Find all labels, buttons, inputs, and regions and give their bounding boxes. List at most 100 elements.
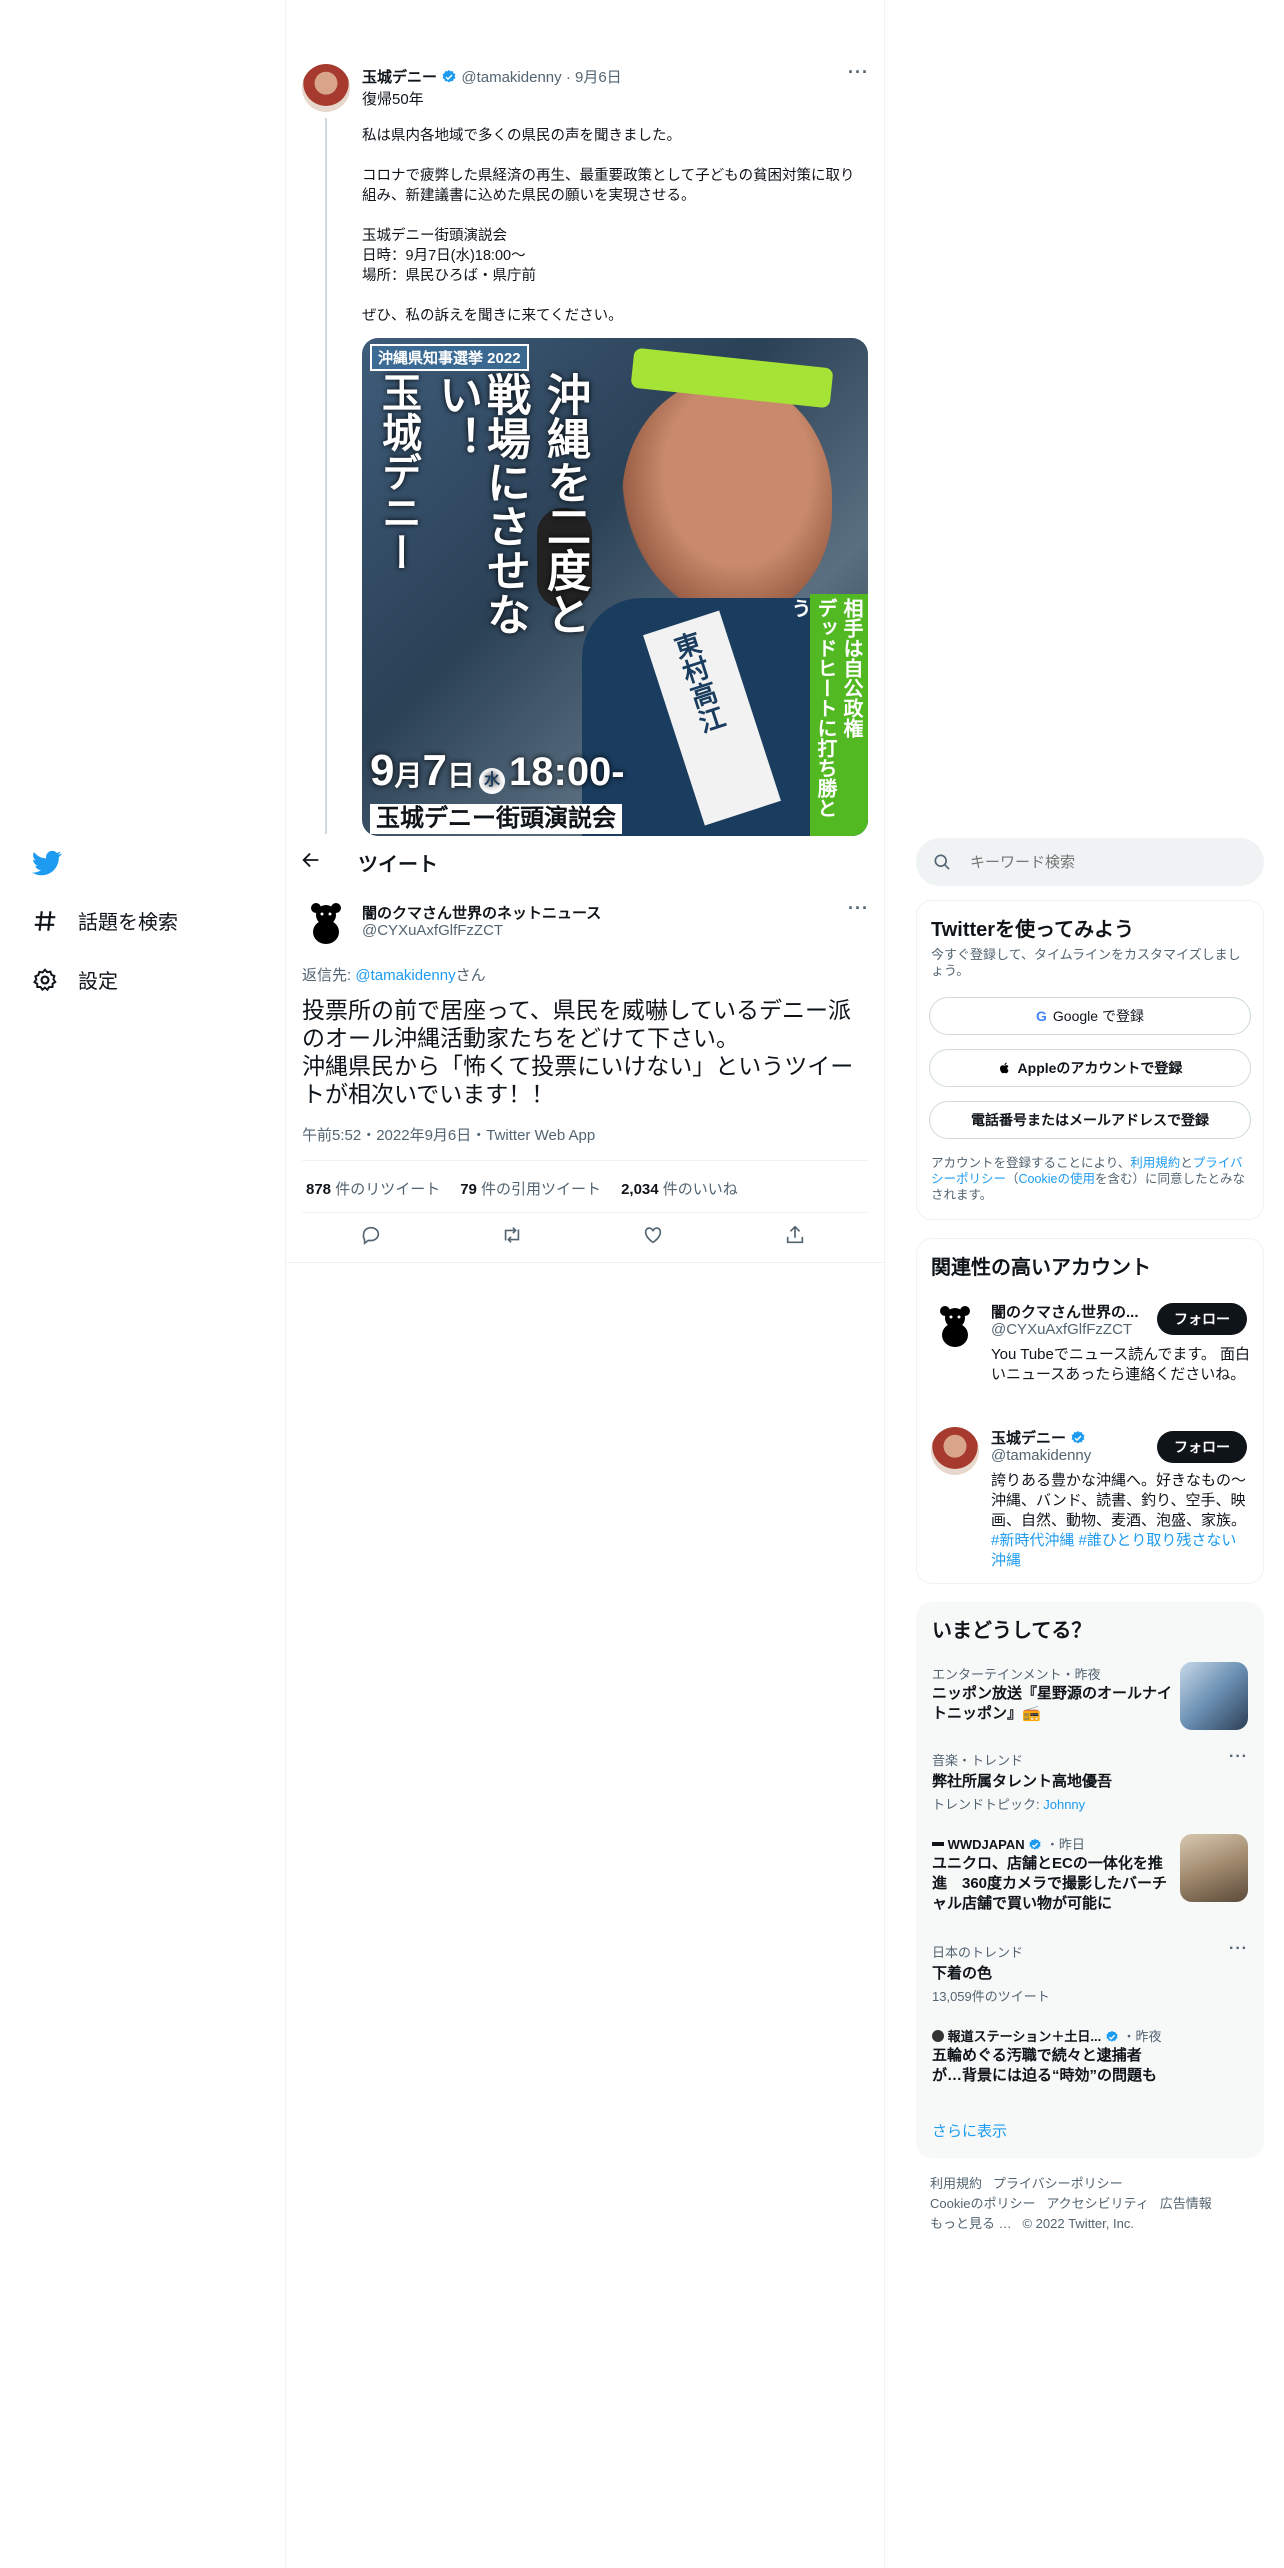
tweet-actions <box>302 1224 868 1250</box>
phone-email-signup-button[interactable]: 電話番号またはメールアドレスで登録 <box>929 1101 1251 1139</box>
show-more-link[interactable]: さらに表示 <box>932 2120 1007 2141</box>
related-handle[interactable]: @tamakidenny <box>991 1447 1091 1464</box>
tweet-stats: 878 件のリツイート 79 件の引用ツイート 2,034 件のいいね <box>306 1178 738 1199</box>
related-name-row: 玉城デニー <box>991 1427 1086 1448</box>
likes-stat[interactable]: 2,034 件のいいね <box>621 1178 738 1199</box>
trend-topic-link[interactable]: Johnny <box>1043 1797 1085 1812</box>
retweets-stat[interactable]: 878 件のリツイート <box>306 1178 440 1199</box>
verified-badge-icon <box>1106 2030 1118 2042</box>
trend-thumbnail <box>1180 1662 1248 1730</box>
green-col1: 相手は自公政権 <box>840 598 862 738</box>
footer-cookie-link[interactable]: Cookieのポリシー <box>930 2196 1035 2211</box>
bear-avatar[interactable] <box>931 1301 979 1349</box>
date-month-unit: 月 <box>394 760 423 791</box>
gear-icon <box>33 967 57 991</box>
trends-title: いまどうしてる？ <box>932 1620 1092 1642</box>
main-more-icon[interactable]: ··· <box>848 898 869 919</box>
search-icon <box>934 854 950 870</box>
trend-meta: エンターテインメント・昨夜 <box>932 1667 1101 1682</box>
green-panel: 相手は自公政権 デッドヒートに打ち勝とう <box>788 594 868 836</box>
main-author-handle[interactable]: @CYXuAxfGlfFzZCT <box>362 922 503 939</box>
trend-time: ・昨日 <box>1045 1837 1085 1852</box>
related-handle[interactable]: @CYXuAxfGlfFzZCT <box>991 1321 1132 1338</box>
date-time: 18:00- <box>509 750 625 794</box>
retweet-icon[interactable] <box>501 1224 523 1246</box>
green-col2: デッドヒートに打ち勝とう <box>788 598 836 818</box>
tweet-date[interactable]: 9月6日 <box>575 69 622 86</box>
google-icon: G <box>1036 1008 1047 1024</box>
tweet-image[interactable]: 東村高江 沖縄県知事選挙 2022 沖縄を二度と 戦場にさせない！ 玉城デニー … <box>362 338 868 836</box>
retweets-label: 件のリツイート <box>331 1181 441 1198</box>
related-bio: You Tubeでニュース読んでます。 面白いニュースあったら連絡くださいね。 <box>991 1346 1251 1383</box>
trend-meta: 音楽・トレンド <box>932 1753 1024 1768</box>
related-name[interactable]: 闇のクマさん世界の... <box>991 1301 1141 1322</box>
trend-meta: 日本のトレンド <box>932 1945 1024 1960</box>
related-bio: 誇りある豊かな沖縄へ。好きなもの〜沖縄、バンド、読書、釣り、空手、映画、自然、動… <box>991 1471 1251 1571</box>
trend-meta: 報道ステーション＋土日... ・昨夜 <box>932 2026 1161 2045</box>
quotes-label: 件の引用ツイート <box>476 1181 602 1198</box>
reply-icon[interactable] <box>360 1224 382 1246</box>
more-icon[interactable]: ··· <box>848 62 869 83</box>
footer-ads-link[interactable]: 広告情報 <box>1160 2196 1212 2211</box>
nav-explore-label: 話題を検索 <box>78 912 178 934</box>
footer-privacy-link[interactable]: プライバシーポリシー <box>993 2176 1123 2191</box>
likes-count: 2,034 <box>621 1181 659 1198</box>
reply-handle-link[interactable]: @tamakidenny <box>355 967 455 984</box>
more-icon[interactable]: ··· <box>1229 1748 1248 1766</box>
poster-date: 9 月 7 日 水 18:00- <box>370 746 625 796</box>
footer-links: 利用規約 プライバシーポリシー Cookieのポリシー アクセシビリティ 広告情… <box>930 2174 1250 2234</box>
verified-badge-icon <box>442 70 456 83</box>
parent-tweet-text: 私は県内各地域で多くの県民の声を聞きました。 コロナで疲弊した県経済の再生、最重… <box>362 128 855 324</box>
main-author-name[interactable]: 闇のクマさん世界のネットニュース <box>362 902 601 923</box>
poster-event: 玉城デニー街頭演説会 <box>370 804 622 834</box>
related-name[interactable]: 玉城デニー <box>991 1430 1066 1447</box>
cookie-link[interactable]: Cookieの使用 <box>1019 1172 1095 1186</box>
terms-mid2: （ <box>1006 1172 1019 1186</box>
search-box[interactable] <box>916 838 1264 886</box>
follow-button[interactable]: フォロー <box>1157 1303 1247 1335</box>
twitter-logo-icon[interactable] <box>32 848 62 878</box>
back-arrow-icon[interactable] <box>300 849 324 873</box>
trend-sub-prefix: トレンドトピック: <box>932 1797 1044 1812</box>
verified-badge-icon <box>1071 1431 1085 1444</box>
retweets-count: 878 <box>306 1181 332 1198</box>
quotes-stat[interactable]: 79 件の引用ツイート <box>460 1178 601 1199</box>
trends-card: いまどうしてる？ エンターテインメント・昨夜 ニッポン放送『星野源のオールナイト… <box>916 1602 1264 2158</box>
nav-settings-label: 設定 <box>78 971 118 993</box>
nav-explore[interactable]: 話題を検索 <box>32 906 178 935</box>
likes-label: 件のいいね <box>658 1181 738 1198</box>
date-weekday: 水 <box>479 768 505 794</box>
author-handle[interactable]: @tamakidenny <box>461 69 561 86</box>
page-title: ツイート <box>358 854 438 876</box>
share-icon[interactable] <box>784 1224 806 1246</box>
trend-source: 報道ステーション＋土日... <box>947 2029 1102 2044</box>
footer-copyright: © 2022 Twitter, Inc. <box>1022 2216 1134 2231</box>
like-icon[interactable] <box>642 1224 664 1246</box>
google-signup-button[interactable]: G Google で登録 <box>929 997 1251 1035</box>
footer-more-link[interactable]: もっと見る … <box>930 2216 1012 2231</box>
apple-signup-label: Appleのアカウントで登録 <box>1017 1060 1183 1076</box>
poster-badge: 沖縄県知事選挙 2022 <box>370 344 529 371</box>
follow-button[interactable]: フォロー <box>1157 1431 1247 1463</box>
trend-title: 弊社所属タレント高地優吾 <box>932 1773 1113 1790</box>
terms-link[interactable]: 利用規約 <box>1130 1156 1180 1170</box>
quotes-count: 79 <box>460 1181 477 1198</box>
hashtag-link[interactable]: #新時代沖縄 <box>991 1532 1074 1549</box>
trend-sub: 13,059件のツイート <box>932 1989 1050 2004</box>
apple-signup-button[interactable]: Appleのアカウントで登録 <box>929 1049 1251 1087</box>
search-input[interactable] <box>970 853 1230 871</box>
bear-avatar[interactable] <box>302 898 350 946</box>
footer-accessibility-link[interactable]: アクセシビリティ <box>1046 2196 1149 2211</box>
avatar[interactable] <box>931 1427 979 1475</box>
date-day: 7 <box>422 746 447 795</box>
avatar[interactable] <box>302 64 350 112</box>
tweet-meta[interactable]: 午前5:52・2022年9月6日・Twitter Web App <box>302 1124 595 1145</box>
reply-to: 返信先: @tamakidennyさん <box>302 964 486 985</box>
nav-settings[interactable]: 設定 <box>32 965 118 994</box>
author-name[interactable]: 玉城デニー <box>362 69 437 86</box>
signup-subtitle: 今すぐ登録して、タイムラインをカスタマイズしましょう。 <box>931 947 1241 978</box>
poster-headline: 沖縄を二度と 戦場にさせない！ 玉城デニー <box>376 372 589 672</box>
trend-title: 五輪めぐる汚職で続々と逮捕者が…背景には迫る“時効”の問題も <box>932 2047 1158 2084</box>
footer-terms-link[interactable]: 利用規約 <box>930 2176 982 2191</box>
more-icon[interactable]: ··· <box>1229 1940 1248 1958</box>
